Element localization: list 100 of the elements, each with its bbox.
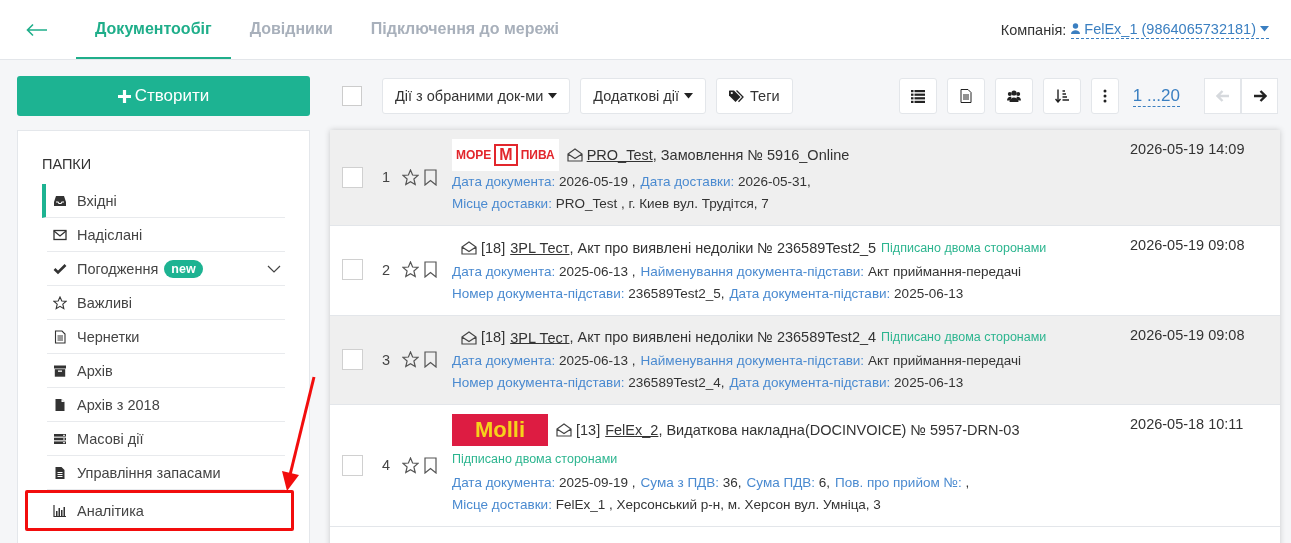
envelope-open-icon [556,423,572,438]
field-label: Дата доставки: [640,174,735,189]
toolbar-button[interactable] [898,78,937,114]
status-text: Підписано двома сторонами [881,239,1047,257]
folder-item[interactable]: Архів [47,354,285,388]
unread-count: [18] [481,239,506,256]
document-date: 2026-05-19 09:08 [1130,236,1246,255]
document-title: , Видаткова накладна(DOCINVOICE) № 5957-DRN-03 [658,421,1020,438]
folders-heading: ПАПКИ [42,156,92,172]
folder-item[interactable]: Архів з 2018 [47,388,285,422]
field-value: 36, [722,475,742,490]
folder-item[interactable]: Вхідні [42,184,285,218]
field-value: Акт приймання-передачі [867,353,1021,369]
folder-label: Архів [77,362,113,379]
row-checkbox[interactable] [342,166,363,188]
menu-button[interactable]: Теги [716,78,793,114]
caret-down-icon [684,93,694,99]
field-value: PRO_Test , г. Киев вул. Трудітся, 7 [555,196,769,211]
menu-button[interactable]: Дії з обраними док-ми [382,78,571,114]
document-date: 2026-05-18 10:11 [1130,415,1245,435]
folder-item[interactable]: Управління запасами [47,456,285,490]
star-icon[interactable] [402,168,419,186]
folder-item[interactable]: Масові дії [47,422,285,456]
document-date: 2026-05-19 09:08 [1130,325,1246,345]
toolbar-button[interactable] [1042,78,1081,114]
tag-icon [729,89,746,103]
sender-link[interactable]: 3PL Тест [510,329,570,346]
list-icon [910,89,925,103]
file-lines-icon [53,465,67,480]
next-page-button[interactable] [1241,78,1278,114]
company-label: Компанія: [1000,21,1067,38]
plus-icon [117,89,131,103]
star-icon[interactable] [402,261,419,279]
sender-link[interactable]: PRO_Test [586,146,653,163]
field-label: Пов. про прийом №: [835,475,962,490]
field-label: Дата документа: [452,174,556,189]
archive-box-icon [53,363,67,378]
field-value: 2025-06-13 [894,285,964,301]
toolbar-button[interactable] [994,78,1033,114]
pagination-link[interactable]: 1 ...20 [1132,85,1180,107]
field-value: 2025-06-13 [894,375,964,391]
star-icon[interactable] [402,351,419,368]
folder-label: Погодження [77,260,159,277]
bookmark-icon[interactable] [424,351,437,368]
menu-button[interactable]: Додаткові дії [580,78,707,114]
folder-label: Чернетки [77,328,140,345]
field-label: Номер документа-підстави: [452,375,625,391]
checkmark-icon [53,261,67,276]
bookmark-icon[interactable] [424,168,437,186]
sender-link[interactable]: 3PL Тест [510,239,570,256]
field-label: Сума з ПДВ: [640,475,719,490]
field-label: Найменування документа-підстави: [640,353,865,369]
row-checkbox[interactable] [342,349,363,370]
stacked-bars-icon [53,431,67,446]
folder-label: Архів з 2018 [77,396,160,413]
store-logo: Molli [452,414,548,447]
select-all-checkbox[interactable] [342,86,362,106]
bookmark-icon[interactable] [424,261,437,279]
back-arrow-icon[interactable] [26,22,48,37]
field-value: 2026-05-19 , [559,174,636,189]
folder-label: Масові дії [77,430,144,447]
envelope-open-icon [461,241,477,256]
folder-item[interactable]: Погодження new [47,252,285,286]
envelope-open-icon [461,330,477,345]
star-icon[interactable] [402,456,419,474]
row-number: 4 [382,457,392,474]
new-badge: new [164,259,203,278]
field-label: Місце доставки: [452,196,552,211]
field-value: 236589Test2_5, [628,285,725,301]
field-label: Номер документа-підстави: [452,285,625,301]
document-icon [53,329,67,344]
chevron-down-icon[interactable] [267,264,281,273]
row-checkbox[interactable] [342,454,363,476]
document-title: , Акт про виявлені недоліки № 236589Test2_5 [569,239,877,256]
folder-item[interactable]: Важливі [47,286,285,320]
star-icon [53,295,67,310]
field-label: Місце доставки: [452,497,552,512]
caret-down-icon [548,93,558,99]
field-value: FelEx_1 , Херсонський р-н, м. Херсон вул. Умніца, 3 [555,497,881,512]
envelope-icon [53,227,67,242]
field-label: Дата документа: [452,353,556,369]
document-icon [958,89,973,103]
row-number: 2 [382,261,392,278]
folder-item[interactable]: Надіслані [47,218,285,252]
row-number: 1 [382,169,392,185]
envelope-open-icon [566,148,583,162]
sender-link[interactable]: FelEx_2 [605,421,659,438]
row-checkbox[interactable] [342,259,363,281]
row-number: 3 [382,351,392,368]
folder-label: Аналітика [77,502,144,519]
unread-count: [18] [481,329,506,346]
folder-item[interactable]: Чернетки [47,320,285,354]
field-value: 2025-06-13 , [559,263,636,279]
folder-label: Управління запасами [77,464,221,481]
company-selector[interactable]: FelEx_1 (9864065732181) [1071,20,1269,39]
field-value: Акт приймання-передачі [867,263,1021,279]
bookmark-icon[interactable] [424,456,437,474]
user-icon [1071,23,1081,34]
field-value: 2025-09-19 , [559,475,636,490]
folder-item[interactable]: Аналітика [47,494,285,527]
